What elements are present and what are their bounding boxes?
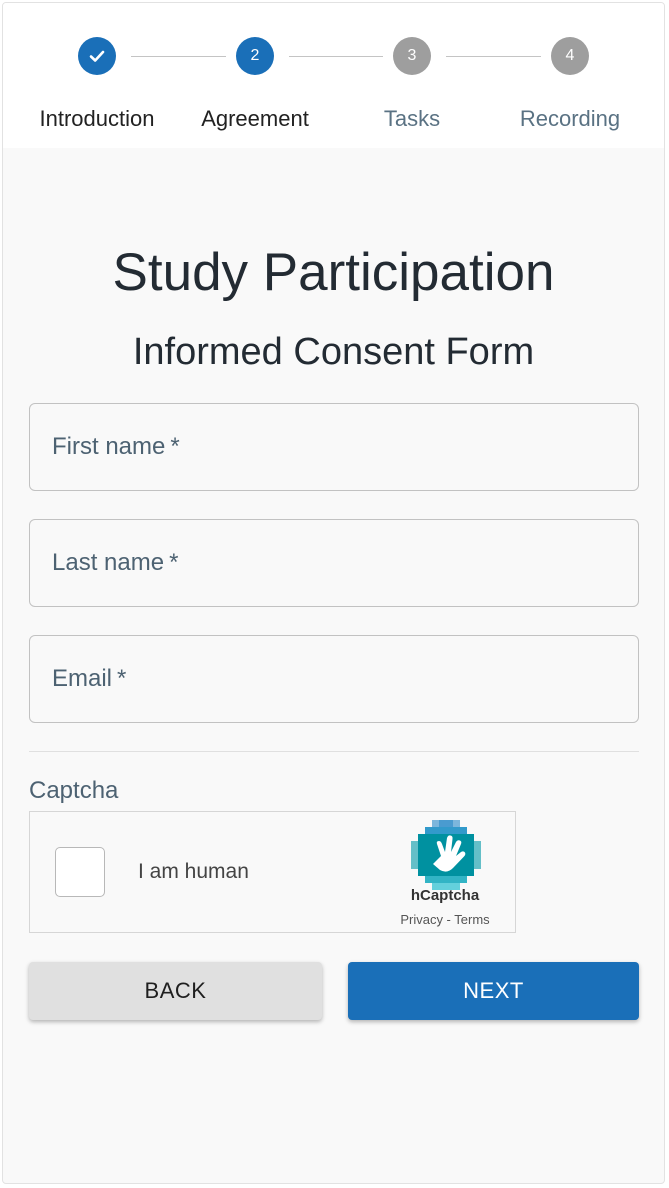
- step-connector: [446, 56, 541, 57]
- required-mark: *: [170, 433, 180, 460]
- page-frame: 2 3 4 Introduction Agreement Tasks Recor…: [2, 2, 665, 1184]
- email-label: Email: [52, 665, 113, 692]
- back-button[interactable]: BACK: [29, 962, 322, 1020]
- step-1-completed[interactable]: [78, 37, 116, 75]
- step-connector: [131, 56, 226, 57]
- progress-stepper: 2 3 4 Introduction Agreement Tasks Recor…: [3, 3, 664, 148]
- step-2-circle[interactable]: 2: [236, 37, 274, 75]
- page-title: Study Participation: [112, 243, 555, 302]
- last-name-field[interactable]: Last name *: [29, 519, 639, 607]
- section-divider: [29, 751, 639, 752]
- captcha-privacy-terms-link[interactable]: Privacy - Terms: [380, 912, 510, 927]
- step-2-label: Agreement: [201, 106, 309, 131]
- hcaptcha-logo-icon: [411, 820, 481, 890]
- last-name-label: Last name: [52, 549, 165, 576]
- captcha-checkbox[interactable]: [55, 847, 105, 897]
- step-2-number: 2: [250, 47, 260, 64]
- email-field[interactable]: Email *: [29, 635, 639, 723]
- page-subtitle: Informed Consent Form: [132, 331, 535, 373]
- first-name-label: First name: [52, 433, 166, 460]
- captcha-section-label: Captcha: [29, 777, 119, 804]
- step-3-number: 3: [407, 47, 417, 64]
- check-icon: [89, 50, 105, 62]
- next-button[interactable]: NEXT: [348, 962, 639, 1020]
- hcaptcha-brand: hCaptcha: [410, 887, 480, 904]
- step-3-label: Tasks: [383, 106, 441, 131]
- step-4-circle[interactable]: 4: [551, 37, 589, 75]
- captcha-widget: I am human hCaptcha Privacy - Terms: [29, 811, 516, 933]
- step-4-number: 4: [565, 47, 575, 64]
- step-connector: [289, 56, 383, 57]
- step-4-label: Recording: [519, 106, 621, 131]
- step-3-circle[interactable]: 3: [393, 37, 431, 75]
- first-name-field[interactable]: First name *: [29, 403, 639, 491]
- captcha-checkbox-label: I am human: [138, 860, 249, 883]
- required-mark: *: [117, 665, 127, 692]
- step-1-label: Introduction: [39, 106, 155, 131]
- required-mark: *: [169, 549, 179, 576]
